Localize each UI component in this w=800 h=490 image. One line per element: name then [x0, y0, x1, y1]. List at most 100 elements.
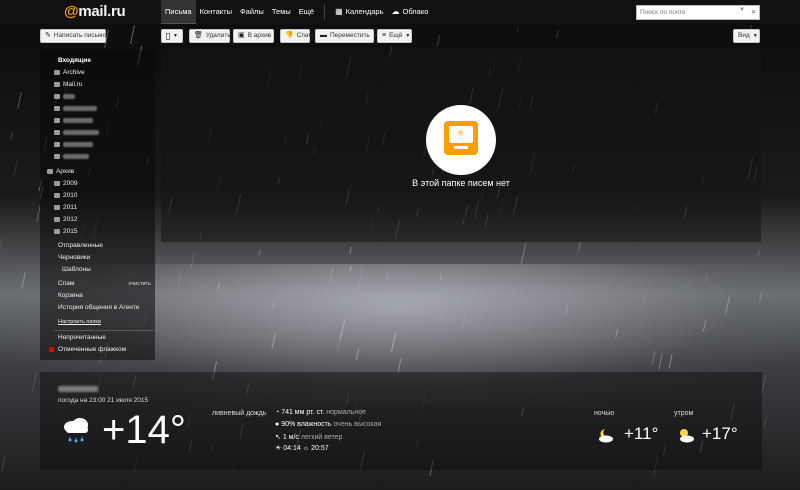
- filter-flagged[interactable]: Отмеченные флажком: [40, 344, 155, 356]
- nav-letters[interactable]: Письма: [161, 0, 196, 24]
- folder-hidden-2[interactable]: [40, 103, 155, 115]
- folder-icon: [54, 129, 60, 135]
- folder-year-2012[interactable]: 2012: [40, 214, 155, 226]
- calendar-icon: ▦: [335, 7, 343, 16]
- rain-streak: [763, 417, 767, 427]
- thumbs-down-icon: 👎: [285, 32, 294, 39]
- night-label: ночью: [594, 410, 615, 417]
- folder-hidden-3[interactable]: [40, 115, 155, 127]
- wind-arrow-icon: ↖: [275, 434, 283, 441]
- folder-icon: [54, 192, 60, 198]
- blurred-folder-name: [63, 141, 93, 147]
- blurred-folder-name: [63, 105, 97, 111]
- mailru-logo[interactable]: @mail.ru: [64, 3, 126, 20]
- blurred-folder-name: [63, 153, 89, 159]
- nav-contacts[interactable]: Контакты: [196, 0, 236, 24]
- more-button[interactable]: ≡ Ещё ▼: [377, 29, 412, 43]
- rain-streak: [349, 246, 352, 255]
- chevron-down-icon: ▼: [173, 33, 178, 39]
- select-all-button[interactable]: ▼: [161, 29, 183, 43]
- cloud-icon: ☁: [391, 7, 400, 16]
- folder-mailru[interactable]: Mail.ru: [40, 79, 155, 91]
- folder-icon: [54, 216, 60, 222]
- folder-hidden-1[interactable]: [40, 91, 155, 103]
- morning-temperature: +17°: [702, 424, 738, 443]
- rain-cloud-icon: [64, 418, 88, 443]
- folder-year-2009[interactable]: 2009: [40, 178, 155, 190]
- folder-icon: [54, 117, 60, 123]
- sun-cloud-icon: [680, 429, 694, 443]
- folder-icon: [54, 69, 60, 75]
- blurred-folder-name: [63, 129, 99, 135]
- weather-description: ливневый дождь: [212, 410, 267, 417]
- rain-streak: [555, 30, 559, 39]
- folder-icon: [54, 228, 60, 234]
- folder-year-2015[interactable]: 2015: [40, 226, 155, 238]
- folder-icon: [54, 141, 60, 147]
- configure-folders-link[interactable]: Настроить папки: [40, 316, 155, 328]
- empty-folder-message: В этой папке писем нет: [412, 178, 510, 188]
- pressure-line: ◔ 741 мм рт. ст. нормальное: [275, 409, 367, 416]
- current-temperature: +14°: [102, 408, 186, 452]
- move-button[interactable]: ▬ Переместить ▼: [315, 29, 378, 43]
- nav-files[interactable]: Файлы: [236, 0, 268, 24]
- rain-streak: [520, 243, 527, 264]
- folder-inbox[interactable]: Входящие: [40, 55, 155, 67]
- folder-sent[interactable]: Отправленные: [40, 240, 155, 252]
- compose-button[interactable]: ✎ Написать письмо: [40, 29, 106, 43]
- night-temperature: +11°: [624, 424, 659, 443]
- search-icon[interactable]: ⌕: [752, 7, 756, 17]
- archive-icon: ▣: [238, 32, 245, 39]
- weather-city-blurred[interactable]: [58, 386, 98, 392]
- archive-button[interactable]: ▣ В архив: [233, 29, 274, 43]
- filter-unread[interactable]: Непрочитанные: [40, 332, 155, 344]
- folder-templates[interactable]: Шаблоны: [40, 264, 155, 276]
- nav-more[interactable]: Ещё: [295, 0, 318, 24]
- rain-streak: [132, 40, 135, 48]
- nav-themes[interactable]: Темы: [268, 0, 295, 24]
- top-nav: Письма Контакты Файлы Темы Ещё ▦ Календар…: [161, 0, 432, 24]
- trash-icon: 🗑: [194, 32, 203, 39]
- folder-archive-group[interactable]: Архив: [40, 166, 155, 178]
- folder-icon: [54, 81, 60, 87]
- top-bar: @mail.ru Письма Контакты Файлы Темы Ещё …: [0, 0, 800, 24]
- sun-line: ☀ 04:14 ☼ 20:57: [275, 445, 329, 452]
- nav-cloud[interactable]: ☁ Облако: [388, 0, 433, 24]
- search-input[interactable]: [637, 6, 745, 19]
- morning-label: утром: [674, 410, 694, 417]
- folder-icon: [54, 204, 60, 210]
- folder-icon: [54, 105, 60, 111]
- folder-year-2011[interactable]: 2011: [40, 202, 155, 214]
- view-button[interactable]: Вид ▼: [733, 29, 760, 43]
- nav-calendar[interactable]: ▦ Календарь: [331, 0, 387, 24]
- search-options-icon[interactable]: ▼: [739, 7, 745, 13]
- delete-button[interactable]: 🗑 Удалить: [189, 29, 231, 43]
- folder-hidden-5[interactable]: [40, 139, 155, 151]
- wind-line: ↖ 1 м/с легкий ветер: [275, 434, 343, 441]
- empty-inbox-icon: ✳: [444, 121, 478, 155]
- folder-hidden-6[interactable]: [40, 151, 155, 163]
- humidity-line: ● 90% влажность очень высокая: [275, 421, 382, 428]
- folder-archive-en[interactable]: Archive: [40, 67, 155, 79]
- folder-icon: [54, 153, 60, 159]
- folder-icon: [47, 168, 53, 174]
- rain-streak: [0, 238, 3, 252]
- folder-year-2010[interactable]: 2010: [40, 190, 155, 202]
- spam-clear-link[interactable]: очистить: [128, 278, 151, 290]
- message-list-panel: ✳ В этой папке писем нет: [161, 50, 761, 242]
- rain-streak: [1, 454, 6, 471]
- folder-icon: ▬: [320, 32, 327, 39]
- sunrise-icon: ☀: [275, 445, 284, 452]
- spam-button[interactable]: 👎 Спам: [280, 29, 313, 43]
- folder-agent-history[interactable]: История общения в Агенте: [40, 302, 155, 314]
- folder-hidden-4[interactable]: [40, 127, 155, 139]
- rain-streak: [516, 27, 519, 34]
- weather-widget: погода на 23:00 21 июля 2015 +14° ливнев…: [40, 372, 762, 470]
- folder-trash[interactable]: Корзина: [40, 290, 155, 302]
- folder-icon: [54, 180, 60, 186]
- rain-streak: [258, 248, 261, 256]
- folder-drafts[interactable]: Черновики: [40, 252, 155, 264]
- rain-streak: [436, 34, 441, 46]
- folder-spam[interactable]: Спам очистить: [40, 278, 155, 290]
- blurred-folder-name: [63, 93, 75, 99]
